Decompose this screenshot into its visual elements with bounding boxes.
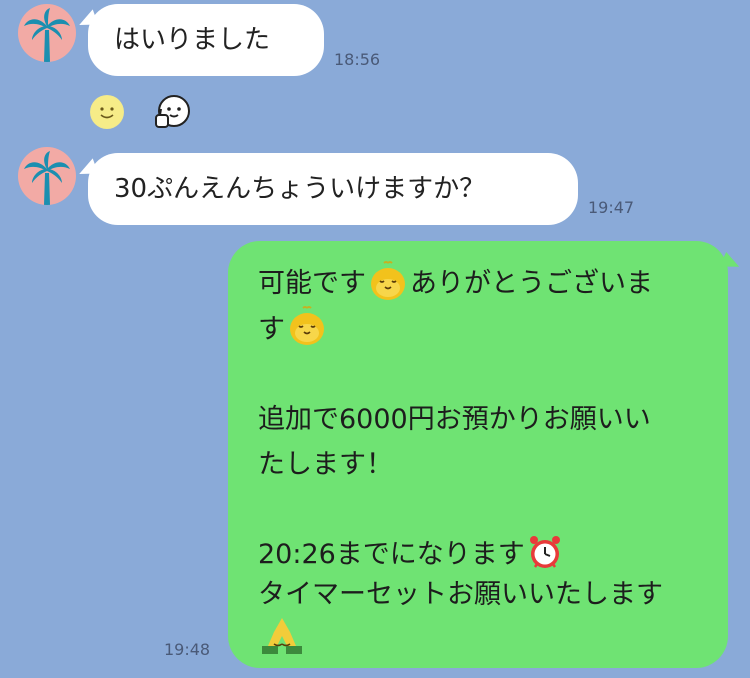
message-line (258, 613, 706, 658)
message-line: 20:26までになります (258, 532, 706, 577)
incoming-message-bubble[interactable]: 30ぷんえんちょういけますか？ (88, 153, 578, 225)
message-text: 30ぷんえんちょういけますか？ (114, 174, 486, 204)
message-line: 追加で6000円お預かりお願いい (258, 404, 651, 435)
message-text: はいりました (114, 25, 271, 55)
message-timestamp: 19:48 (164, 640, 211, 659)
praying-hands-icon (258, 614, 310, 658)
message-timestamp: 18:56 (334, 50, 381, 69)
chat-screen: { "messages": [ { "sender": "other", "te… (0, 0, 750, 678)
alarm-clock-icon (525, 535, 565, 576)
incoming-message-bubble[interactable]: はいりました (88, 4, 324, 76)
contact-avatar[interactable] (18, 147, 76, 205)
thumbs-up-face-icon[interactable] (152, 93, 192, 133)
palm-tree-icon (24, 8, 70, 62)
outgoing-message-bubble[interactable]: 可能です ありがとうございま す 追加で6000円お預かりお願いい たします！ … (228, 241, 728, 668)
message-line: 可能です ありがとうございま (258, 260, 706, 307)
bird-emoji-icon (285, 306, 329, 352)
palm-tree-icon (24, 151, 70, 205)
message-line: タイマーセットお願いいたします (258, 579, 663, 610)
contact-avatar[interactable] (18, 4, 76, 62)
bird-emoji-icon (366, 260, 410, 307)
message-line: す (258, 306, 706, 353)
message-timestamp: 19:47 (588, 198, 635, 217)
message-line: たします！ (258, 449, 393, 480)
smile-face-icon[interactable] (90, 95, 124, 129)
